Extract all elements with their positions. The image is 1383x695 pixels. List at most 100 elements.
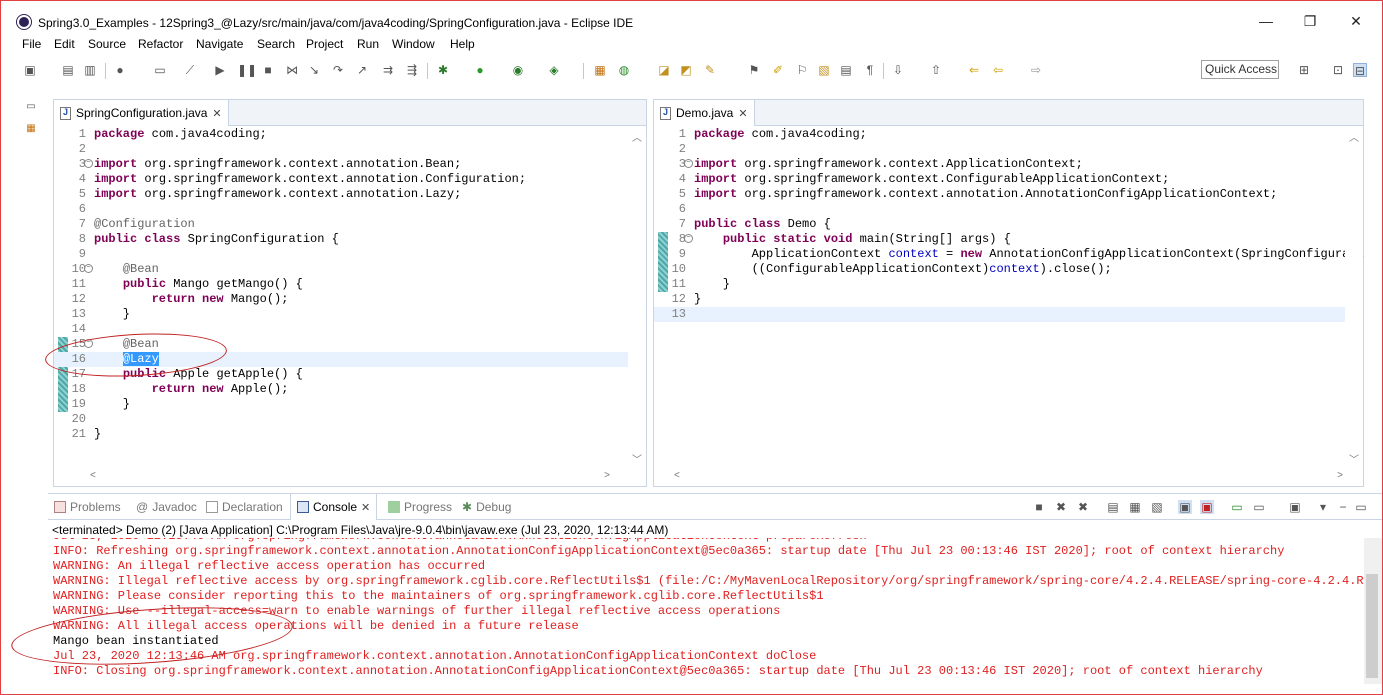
tab-problems[interactable]: Problems <box>54 500 121 514</box>
tab-debug[interactable]: ✱ Debug <box>462 500 511 514</box>
open-perspective-icon[interactable]: ⊞ <box>1297 63 1311 77</box>
menu-search[interactable]: Search <box>257 37 295 51</box>
scroll-left-icon[interactable]: < <box>674 470 680 481</box>
tab-console[interactable]: Console ✕ <box>290 494 378 520</box>
next-annotation-icon[interactable]: ⇩ <box>891 63 905 77</box>
console-icon[interactable]: ● <box>113 63 127 77</box>
drop-to-frame-icon[interactable]: ⇶ <box>405 63 419 77</box>
package-explorer-icon[interactable]: ▦ <box>25 123 37 135</box>
scroll-right-icon[interactable]: > <box>604 470 610 481</box>
terminate-icon[interactable]: ■ <box>1032 500 1046 514</box>
scrollbar-thumb[interactable] <box>1366 574 1378 678</box>
save-all-icon[interactable]: ▥ <box>83 63 97 77</box>
resume-icon[interactable]: ▶ <box>213 63 227 77</box>
tab-demo[interactable]: Demo.java ✕ <box>654 100 755 126</box>
show-console-on-error-icon[interactable]: ▣ <box>1200 500 1214 514</box>
use-step-filters-icon[interactable]: ⇉ <box>381 63 395 77</box>
maximize-button[interactable]: ❐ <box>1295 11 1325 31</box>
close-tab-icon[interactable]: ✕ <box>212 107 221 120</box>
block-selection-icon[interactable]: ▧ <box>817 63 831 77</box>
terminal-icon[interactable]: ▭ <box>153 63 167 77</box>
scroll-down-icon[interactable]: ﹀ <box>632 451 642 466</box>
tab-spring-configuration[interactable]: SpringConfiguration.java ✕ <box>54 100 229 126</box>
highlight-icon[interactable]: ✐ <box>771 63 785 77</box>
menu-window[interactable]: Window <box>392 37 435 51</box>
scroll-lock-icon[interactable]: ▦ <box>1128 500 1142 514</box>
step-into-icon[interactable]: ↘ <box>307 63 321 77</box>
clear-console-icon[interactable]: ▤ <box>1106 500 1120 514</box>
fold-icon[interactable]: − <box>84 264 93 273</box>
vertical-scrollbar[interactable]: ︿ ﹀ <box>1345 127 1363 468</box>
horizontal-scrollbar[interactable]: < > <box>72 468 628 486</box>
open-task-icon[interactable]: ◩ <box>679 63 693 77</box>
scroll-up-icon[interactable]: ︿ <box>632 129 642 144</box>
console-output[interactable]: Jul 23, 2020 12:13:46 AM org.springframe… <box>48 538 1364 684</box>
save-icon[interactable]: ▤ <box>61 63 75 77</box>
horizontal-scrollbar[interactable]: < > <box>672 468 1345 486</box>
forward-icon[interactable]: ⇨ <box>1029 63 1043 77</box>
fold-icon[interactable]: − <box>684 234 693 243</box>
tab-javadoc[interactable]: @ Javadoc <box>136 500 197 514</box>
menu-run[interactable]: Run <box>357 37 379 51</box>
fold-icon[interactable]: − <box>84 159 93 168</box>
menu-project[interactable]: Project <box>306 37 343 51</box>
toggle-breadcrumb-icon[interactable]: ⚐ <box>795 63 809 77</box>
word-wrap-icon[interactable]: ▧ <box>1150 500 1164 514</box>
remove-launch-icon[interactable]: ✖ <box>1054 500 1068 514</box>
skip-breakpoints-icon[interactable]: ⟋ <box>183 63 197 77</box>
back-icon[interactable]: ⇦ <box>991 63 1005 77</box>
search-icon[interactable]: ✎ <box>703 63 717 77</box>
restore-view-icon[interactable]: ▭ <box>25 101 37 113</box>
menu-navigate[interactable]: Navigate <box>196 37 243 51</box>
external-tools-icon[interactable]: ◈ <box>547 63 561 77</box>
terminate-icon[interactable]: ■ <box>261 63 275 77</box>
java-perspective-icon[interactable]: ⊟ <box>1353 63 1367 78</box>
tab-declaration[interactable]: Declaration <box>206 500 283 514</box>
debug-icon[interactable]: ✱ <box>436 63 450 77</box>
pin-console-icon[interactable]: ▭ <box>1230 500 1244 514</box>
scroll-right-icon[interactable]: > <box>1337 470 1343 481</box>
scroll-left-icon[interactable]: < <box>90 470 96 481</box>
code-editor[interactable]: 1 package com.java4coding; 2 3− import org… <box>654 127 1364 486</box>
close-button[interactable]: ✕ <box>1341 11 1371 31</box>
close-tab-icon[interactable]: ✕ <box>738 107 747 120</box>
show-whitespace-icon[interactable]: ¶ <box>863 63 877 77</box>
new-icon[interactable]: ▣ <box>23 63 37 77</box>
menu-edit[interactable]: Edit <box>54 37 75 51</box>
scroll-down-icon[interactable]: ﹀ <box>1349 451 1359 466</box>
previous-annotation-icon[interactable]: ⇧ <box>929 63 943 77</box>
fold-icon[interactable]: − <box>684 159 693 168</box>
step-over-icon[interactable]: ↷ <box>331 63 345 77</box>
minimize-view-icon[interactable]: − <box>1336 500 1350 514</box>
step-return-icon[interactable]: ↗ <box>355 63 369 77</box>
display-selected-console-icon[interactable]: ▭ <box>1252 500 1266 514</box>
toggle-mark-occurrences-icon[interactable]: ⚑ <box>747 63 761 77</box>
fold-icon[interactable]: − <box>84 339 93 348</box>
run-icon[interactable]: ● <box>473 63 487 77</box>
quick-access-input[interactable]: Quick Access <box>1201 60 1279 79</box>
close-tab-icon[interactable]: ✕ <box>361 501 370 514</box>
open-type-icon[interactable]: ◪ <box>657 63 671 77</box>
minimize-button[interactable]: — <box>1251 11 1281 31</box>
coverage-icon[interactable]: ◉ <box>511 63 525 77</box>
show-console-on-output-icon[interactable]: ▣ <box>1178 500 1192 514</box>
console-vertical-scrollbar[interactable] <box>1364 538 1382 684</box>
menu-source[interactable]: Source <box>88 37 126 51</box>
scroll-up-icon[interactable]: ︿ <box>1349 129 1359 144</box>
menu-refactor[interactable]: Refactor <box>138 37 183 51</box>
view-menu-icon[interactable]: ▾ <box>1316 500 1330 514</box>
last-edit-location-icon[interactable]: ⇐ <box>967 63 981 77</box>
word-wrap-icon[interactable]: ▤ <box>839 63 853 77</box>
maximize-view-icon[interactable]: ▭ <box>1354 500 1368 514</box>
menu-file[interactable]: File <box>22 37 41 51</box>
open-console-icon[interactable]: ▣ <box>1288 500 1302 514</box>
new-package-icon[interactable]: ▦ <box>593 63 607 77</box>
remove-all-terminated-icon[interactable]: ✖ <box>1076 500 1090 514</box>
code-editor[interactable]: 1 package com.java4coding; 2 3− import org… <box>54 127 646 486</box>
menu-help[interactable]: Help <box>450 37 475 51</box>
new-class-icon[interactable]: ◍ <box>617 63 631 77</box>
java-ee-perspective-icon[interactable]: ⊡ <box>1331 63 1345 77</box>
vertical-scrollbar[interactable]: ︿ ﹀ <box>628 127 646 468</box>
suspend-icon[interactable]: ❚❚ <box>237 63 257 77</box>
tab-progress[interactable]: Progress <box>388 500 452 514</box>
